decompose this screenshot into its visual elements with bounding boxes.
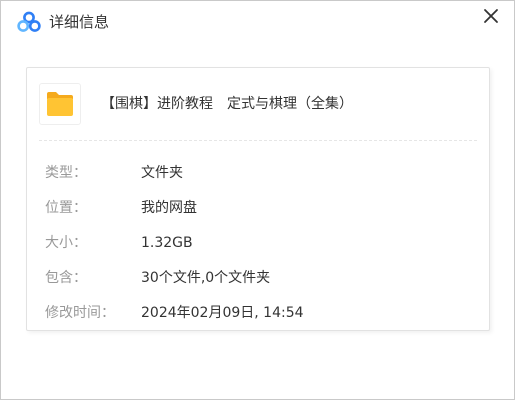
details-dialog: 详细信息 【围棋】进阶教程 定式与棋理（全集） 类型： 文件夹 位置： 我的网盘… [0,0,515,400]
detail-value: 30个文件,0个文件夹 [141,270,271,286]
folder-icon [47,92,73,116]
detail-value: 我的网盘 [141,200,197,216]
detail-label: 大小： [45,235,87,251]
detail-label: 类型： [45,165,87,181]
detail-value: 文件夹 [141,165,183,181]
close-icon[interactable] [480,5,502,27]
detail-label: 包含： [45,270,87,286]
file-name: 【围棋】进阶教程 定式与棋理（全集） [101,96,353,112]
detail-label: 位置： [45,200,87,216]
file-thumbnail [39,83,81,125]
cloud-logo-icon [17,11,41,32]
title-bar: 详细信息 [1,1,514,43]
dialog-title: 详细信息 [49,13,110,31]
detail-value: 2024年02月09日, 14:54 [141,305,304,321]
detail-value: 1.32GB [141,235,193,251]
details-card: 【围棋】进阶教程 定式与棋理（全集） 类型： 文件夹 位置： 我的网盘 大小： … [26,67,490,331]
divider [39,140,477,141]
detail-label: 修改时间： [45,305,115,321]
